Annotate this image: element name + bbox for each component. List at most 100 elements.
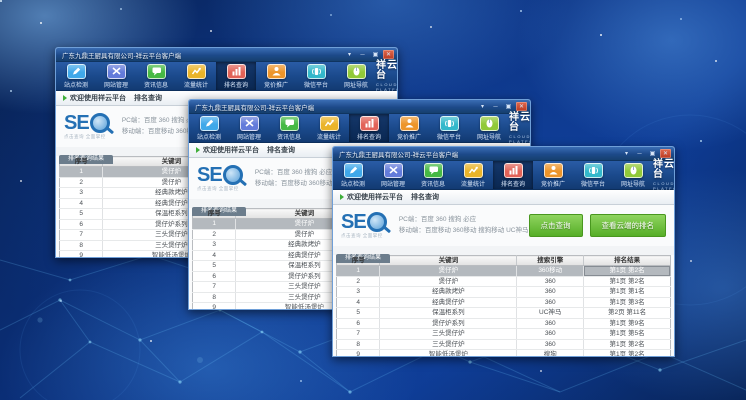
toolbar-item-rank-query[interactable]: 排名查询: [216, 62, 256, 90]
site-check-icon: [344, 163, 363, 178]
bid-promo-icon: [544, 163, 563, 178]
welcome-flag-icon: [340, 194, 344, 200]
toolbar-item-label: 竞价推广: [541, 179, 565, 188]
cell-keyword: 经典款烤炉: [380, 287, 517, 298]
toolbar-item-traffic-stats[interactable]: 流量统计: [453, 161, 493, 189]
action-buttons: 点击查询 查看云端的排名: [529, 214, 667, 237]
stars-decoration: [0, 0, 2, 2]
cell-index: 8: [337, 339, 380, 350]
cell-keyword: 煲仔炉: [380, 266, 517, 277]
rank-query-icon: [360, 116, 379, 131]
close-icon[interactable]: ✕: [383, 50, 394, 59]
toolbar-item-label: 站点检测: [64, 80, 88, 89]
table-row[interactable]: 3经典款烤炉360第1页 第1名: [337, 287, 671, 298]
brand-logo: 祥云平台 CLOUD PLATFORM 祥: [653, 161, 675, 189]
toolbar-item-news-info[interactable]: 资讯信息: [269, 114, 309, 142]
table-row[interactable]: 5保温柜系列UC神马第2页 第11名: [337, 308, 671, 319]
brand-logo: 祥云平台 CLOUD PLATFORM 祥: [376, 62, 398, 90]
toolbar-item-site-nav[interactable]: 网址导航: [469, 114, 509, 142]
toolbar-item-site-nav[interactable]: 网址导航: [613, 161, 653, 189]
cell-result: 第1页 第2名: [584, 350, 671, 358]
cell-result: 第1页 第9名: [584, 318, 671, 329]
table-row[interactable]: 2煲仔炉360第1页 第2名: [337, 276, 671, 287]
bid-promo-icon: [400, 116, 419, 131]
window-menu-icon[interactable]: ▾: [477, 102, 488, 111]
brand-name: 祥云平台: [653, 160, 675, 180]
window-menu-icon[interactable]: ▾: [621, 149, 632, 158]
traffic-stats-icon: [320, 116, 339, 131]
close-icon[interactable]: ✕: [660, 149, 671, 158]
seo-tagline: 点击查询 全面掌控: [341, 233, 399, 239]
cell-index: 4: [193, 250, 236, 261]
toolbar-item-bid-promo[interactable]: 竞价推广: [389, 114, 429, 142]
cell-index: 9: [60, 251, 103, 259]
site-manage-icon: [384, 163, 403, 178]
table-row[interactable]: 9智能低汤煲炉搜狗第1页 第2名: [337, 350, 671, 358]
toolbar-item-site-check[interactable]: 站点检测: [189, 114, 229, 142]
cell-keyword: 三头煲仔炉: [380, 329, 517, 340]
brand-subtitle: CLOUD PLATFORM: [376, 82, 398, 92]
cell-result: 第1页 第3名: [584, 297, 671, 308]
toolbar-item-traffic-stats[interactable]: 流量统计: [176, 62, 216, 90]
seo-logo: SE 点击查询 全面掌控: [197, 165, 255, 192]
toolbar-item-news-info[interactable]: 资讯信息: [413, 161, 453, 189]
toolbar-item-wechat-platform[interactable]: 微信平台: [296, 62, 336, 90]
cell-index: 1: [337, 266, 380, 277]
main-toolbar: 站点检测网站管理资讯信息流量统计排名查询竞价推广微信平台网址导航 祥云平台 CL…: [56, 62, 397, 91]
toolbar-item-label: 网址导航: [621, 179, 645, 188]
toolbar-item-traffic-stats[interactable]: 流量统计: [309, 114, 349, 142]
toolbar-item-rank-query[interactable]: 排名查询: [349, 114, 389, 142]
toolbar-item-wechat-platform[interactable]: 微信平台: [573, 161, 613, 189]
cell-index: 4: [60, 198, 103, 209]
maximize-icon[interactable]: ▣: [370, 50, 381, 59]
cell-index: 3: [60, 188, 103, 199]
table-row[interactable]: 7三头煲仔炉360第1页 第5名: [337, 329, 671, 340]
minimize-icon[interactable]: ─: [490, 102, 501, 111]
toolbar-item-label: 竞价推广: [264, 80, 288, 89]
toolbar-item-wechat-platform[interactable]: 微信平台: [429, 114, 469, 142]
table-row[interactable]: 1煲仔炉360移动第1页 第2名: [337, 266, 671, 277]
toolbar-item-bid-promo[interactable]: 竞价推广: [533, 161, 573, 189]
minimize-icon[interactable]: ─: [357, 50, 368, 59]
toolbar-item-site-manage[interactable]: 网站管理: [373, 161, 413, 189]
brand-name: 祥云平台: [376, 61, 398, 81]
window-titlebar[interactable]: 广东九鼎王厨具有限公司-祥云平台客户端 ▾ ─ ▣ ✕: [56, 48, 397, 62]
window-title: 广东九鼎王厨具有限公司-祥云平台客户端: [195, 102, 477, 112]
welcome-section-label: 排名查询: [267, 145, 295, 155]
maximize-icon[interactable]: ▣: [503, 102, 514, 111]
table-row[interactable]: 8三头煲仔炉360第1页 第2名: [337, 339, 671, 350]
toolbar-item-site-check[interactable]: 站点检测: [333, 161, 373, 189]
toolbar-item-label: 流量统计: [461, 179, 485, 188]
toolbar-item-news-info[interactable]: 资讯信息: [136, 62, 176, 90]
window-titlebar[interactable]: 广东九鼎王厨具有限公司-祥云平台客户端 ▾ ─ ▣ ✕: [333, 147, 674, 161]
cell-keyword: 煲仔炉系列: [380, 318, 517, 329]
cell-index: 7: [193, 282, 236, 293]
maximize-icon[interactable]: ▣: [647, 149, 658, 158]
cell-engine: 360移动: [517, 266, 584, 277]
column-header: 搜索引擎: [517, 256, 584, 266]
table-row[interactable]: 4经典煲仔炉360第1页 第3名: [337, 297, 671, 308]
toolbar-item-bid-promo[interactable]: 竞价推广: [256, 62, 296, 90]
cell-index: 2: [193, 229, 236, 240]
close-icon[interactable]: ✕: [516, 102, 527, 111]
window-titlebar[interactable]: 广东九鼎王厨具有限公司-祥云平台客户端 ▾ ─ ▣ ✕: [189, 100, 530, 114]
view-cloud-rank-button[interactable]: 查看云端的排名: [590, 214, 667, 237]
toolbar-item-site-manage[interactable]: 网站管理: [96, 62, 136, 90]
window-menu-icon[interactable]: ▾: [344, 50, 355, 59]
brand-subtitle: CLOUD PLATFORM: [509, 134, 531, 144]
welcome-flag-icon: [63, 95, 67, 101]
query-button[interactable]: 点击查询: [529, 214, 583, 237]
minimize-icon[interactable]: ─: [634, 149, 645, 158]
cell-keyword: 煲仔炉: [380, 276, 517, 287]
engine-list-pc: PC端：百度 360 搜狗 必应: [399, 215, 529, 225]
cell-index: 5: [60, 209, 103, 220]
toolbar-item-site-manage[interactable]: 网站管理: [229, 114, 269, 142]
toolbar-item-label: 竞价推广: [397, 132, 421, 141]
cell-index: 1: [193, 219, 236, 230]
toolbar-item-rank-query[interactable]: 排名查询: [493, 161, 533, 189]
table-row[interactable]: 6煲仔炉系列360第1页 第9名: [337, 318, 671, 329]
seo-logo-text: SE: [197, 165, 222, 185]
toolbar-item-site-nav[interactable]: 网址导航: [336, 62, 376, 90]
toolbar-item-site-check[interactable]: 站点检测: [56, 62, 96, 90]
cell-keyword: 保温柜系列: [380, 308, 517, 319]
